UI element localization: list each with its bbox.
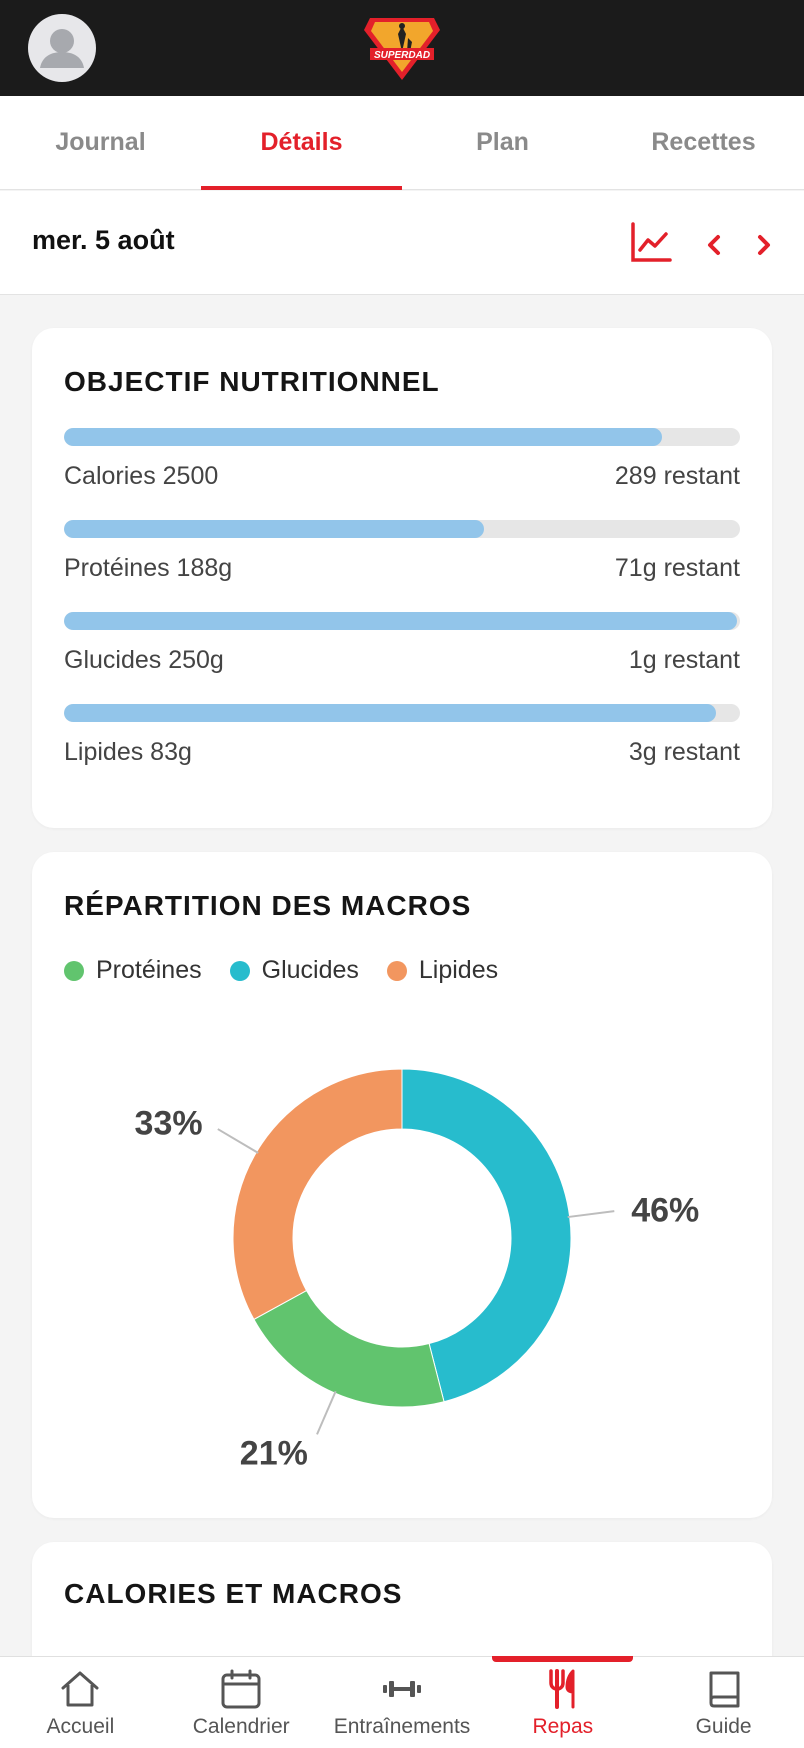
dumbbell-icon <box>382 1681 421 1697</box>
nav-label-accueil: Accueil <box>46 1715 115 1738</box>
fats-progress-fill <box>64 704 716 722</box>
nutrition-goal-title: OBJECTIF NUTRITIONNEL <box>64 366 440 397</box>
label-fats-leader <box>217 1128 259 1154</box>
top-bar: SUPERDAD <box>0 0 804 96</box>
fats-remaining: 3g restant <box>628 738 740 766</box>
slice-proteins <box>253 1289 445 1408</box>
label-proteins: 21% <box>240 1434 308 1472</box>
calories-macros-title: CALORIES ET MACROS <box>64 1578 403 1609</box>
tab-bar: Journal Détails Plan Recettes <box>0 96 804 190</box>
nav-guide[interactable]: Guide <box>643 1657 804 1748</box>
macro-donut-chart: 46% 21% 33% <box>135 1068 699 1472</box>
chart-button[interactable] <box>628 219 674 265</box>
tab-plan[interactable]: Plan <box>402 96 603 189</box>
chevron-right-icon <box>758 235 770 255</box>
calendar-icon <box>221 1669 261 1709</box>
nav-repas[interactable]: Repas <box>482 1656 643 1748</box>
calories-progress-bar <box>64 428 740 446</box>
calories-remaining: 289 restant <box>614 462 740 490</box>
avatar[interactable] <box>28 14 96 82</box>
calories-progress-fill <box>64 428 662 446</box>
previous-day-button[interactable] <box>698 225 730 265</box>
superdad-logo: SUPERDAD <box>362 12 442 84</box>
carbs-label: Glucides 250g <box>64 646 224 674</box>
label-fats: 33% <box>135 1104 203 1142</box>
bottom-nav: Accueil Calendrier Entraînements Repas G… <box>0 1656 804 1748</box>
nav-label-entrainements: Entraînements <box>333 1715 471 1738</box>
fats-label: Lipides 83g <box>64 738 192 766</box>
proteins-remaining: 71g restant <box>614 554 740 582</box>
nutrition-goal-card: OBJECTIF NUTRITIONNEL Calories 2500 289 … <box>32 328 772 828</box>
tab-journal[interactable]: Journal <box>0 96 201 189</box>
nav-entrainements[interactable]: Entraînements <box>322 1657 483 1748</box>
user-icon <box>40 29 84 68</box>
fats-progress-bar <box>64 704 740 722</box>
next-day-button[interactable] <box>748 225 780 265</box>
current-date: mer. 5 août <box>32 225 175 255</box>
home-icon <box>61 1671 99 1707</box>
label-carbs: 46% <box>631 1192 699 1230</box>
label-carbs-leader <box>567 1210 615 1219</box>
proteins-progress-bar <box>64 520 740 538</box>
label-proteins-leader <box>316 1390 337 1435</box>
line-chart-icon <box>631 222 672 262</box>
carbs-progress-fill <box>64 612 738 630</box>
utensils-icon <box>549 1669 575 1709</box>
book-icon <box>709 1671 740 1708</box>
proteins-progress-fill <box>64 520 485 538</box>
proteins-label: Protéines 188g <box>64 554 233 582</box>
nav-accueil[interactable]: Accueil <box>0 1657 161 1748</box>
date-bar: mer. 5 août <box>0 191 804 295</box>
tab-recettes[interactable]: Recettes <box>603 96 804 189</box>
tab-details[interactable]: Détails <box>201 96 402 190</box>
logo-text: SUPERDAD <box>374 50 430 61</box>
carbs-progress-bar <box>64 612 740 630</box>
chevron-left-icon <box>708 235 720 255</box>
nav-calendrier[interactable]: Calendrier <box>161 1657 322 1748</box>
macro-split-card: RÉPARTITION DES MACROS Protéines Glucide… <box>32 852 772 1518</box>
nav-label-repas: Repas <box>532 1715 594 1738</box>
nav-label-guide: Guide <box>695 1715 752 1738</box>
nav-label-calendrier: Calendrier <box>192 1715 290 1738</box>
carbs-remaining: 1g restant <box>628 646 740 674</box>
calories-label: Calories 2500 <box>64 462 219 490</box>
slice-fats <box>232 1068 403 1321</box>
